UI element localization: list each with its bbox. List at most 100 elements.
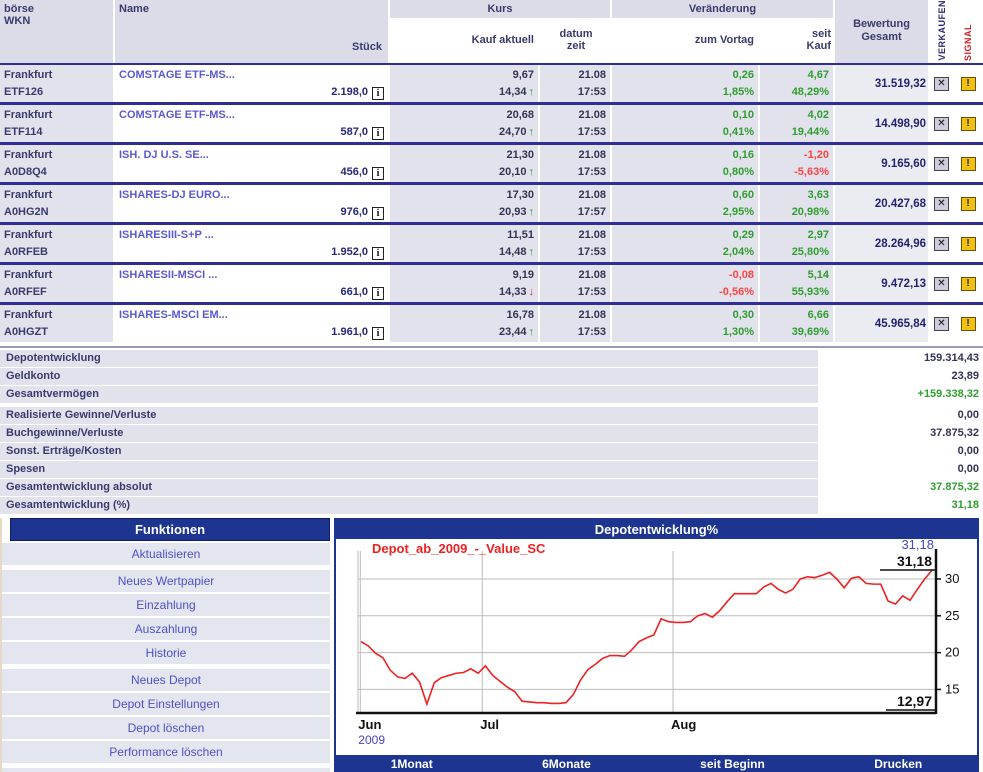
summary-value: 23,89 [951,370,979,382]
holdings-rows: Frankfurt ETF126 COMSTAGE ETF-MS... 2.19… [0,62,983,342]
kurs-zeit: 17:53 [577,286,606,298]
sidebar-item[interactable]: Aktualisieren [2,543,330,565]
exchange-wkn-cell: Frankfurt ETF114 [0,105,115,142]
info-icon[interactable]: i [372,287,384,300]
kauf-price: 9,19 [512,269,534,281]
verkaufen-checkbox-icon[interactable]: ✕ [934,316,949,331]
header-name-stueck: Name Stück [115,0,390,63]
exchange-wkn-cell: Frankfurt A0RFEF [0,265,115,302]
summary-value: 0,00 [957,445,979,457]
sidebar-item[interactable]: Einzahlung [2,594,330,616]
header-verkaufen-label: VERKAUFEN [936,0,947,61]
vortag-abs: -0,08 [728,269,754,281]
svg-text:20: 20 [945,645,959,660]
bewertung-value: 28.264,96 [874,238,926,250]
summary-row: Spesen 0,00 [0,461,983,478]
header-signal-label: SIGNAL [963,23,973,61]
verkaufen-checkbox-icon[interactable]: ✕ [934,196,949,211]
summary-label: Gesamtentwicklung (%) [0,497,818,514]
security-name-link[interactable]: ISHARESIII-S+P ... [119,227,384,244]
security-name-link[interactable]: ISHARES-DJ EURO... [119,187,384,204]
vortag-cell: 0,30 1,30% [612,305,760,342]
vortag-pct: 1,85% [722,86,754,98]
sidebar-item[interactable]: Auszahlung [2,618,330,640]
verkaufen-checkbox-icon[interactable]: ✕ [934,276,949,291]
summary-value: 0,00 [957,463,979,475]
seit-kauf-cell: 6,66 39,69% [760,305,835,342]
header-wkn-label: WKN [4,15,31,27]
verkaufen-checkbox-icon[interactable]: ✕ [934,116,949,131]
stueck-value: 1.961,0 i [119,324,384,341]
signal-cell: ! [955,105,983,142]
info-icon[interactable]: i [372,167,384,180]
header-kurs-label: Kurs [390,0,612,18]
header-kauf-aktuell-label: Kauf aktuell [471,34,534,47]
info-icon[interactable]: i [372,127,384,140]
sidebar-item[interactable]: Depot Einstellungen [2,693,330,715]
signal-warning-icon[interactable]: ! [960,76,976,91]
signal-warning-icon[interactable]: ! [960,196,976,211]
header-signal: SIGNAL [955,0,983,63]
vortag-abs: 0,26 [732,69,754,81]
signal-warning-icon[interactable]: ! [960,316,976,331]
chart-range-link[interactable]: seit Beginn [700,757,765,771]
signal-warning-icon[interactable]: ! [960,276,976,291]
chart-range-link[interactable]: 1Monat [391,757,433,771]
verkaufen-checkbox-icon[interactable]: ✕ [934,156,949,171]
holding-row: Frankfurt A0HGZT ISHARES-MSCI EM... 1.96… [0,302,983,342]
signal-warning-icon[interactable]: ! [960,116,976,131]
sidebar-item[interactable]: Depot löschen [2,717,330,739]
vortag-pct: 1,30% [722,326,754,338]
info-icon[interactable]: i [372,87,384,100]
security-name-link[interactable]: ISHARES-MSCI EM... [119,307,384,324]
svg-text:Jun: Jun [358,717,381,732]
summary-row: Gesamtentwicklung (%) 31,18 [0,497,983,514]
svg-text:Depot_ab_2009_-_Value_SC: Depot_ab_2009_-_Value_SC [372,541,546,556]
vortag-cell: 0,26 1,85% [612,65,760,102]
verkaufen-checkbox-icon[interactable]: ✕ [934,76,949,91]
info-icon[interactable]: i [372,327,384,340]
kurs-cell: 17,30 20,93 ↑ [390,185,540,222]
chart-range-link[interactable]: Drucken [874,757,922,771]
exchange: Frankfurt [4,189,53,201]
seit-kauf-cell: 3,63 20,98% [760,185,835,222]
security-name-link[interactable]: ISH. DJ U.S. SE... [119,147,384,164]
security-name-link[interactable]: COMSTAGE ETF-MS... [119,107,384,124]
kauf-price: 17,30 [506,189,534,201]
header-boerse-wkn: börse WKN [0,0,115,63]
sidebar-item[interactable]: Ausloggen [2,768,330,772]
security-name-link[interactable]: ISHARESII-MSCI ... [119,267,384,284]
info-icon[interactable]: i [372,247,384,260]
vortag-pct: 2,95% [722,206,754,218]
verkaufen-cell: ✕ [930,145,955,182]
kurs-zeit: 17:53 [577,166,606,178]
kurs-cell: 11,51 14,48 ↑ [390,225,540,262]
exchange: Frankfurt [4,149,53,161]
exchange: Frankfurt [4,229,53,241]
sidebar-item[interactable]: Historie [2,642,330,664]
summary-value: 37.875,32 [930,481,979,493]
sidebar-item[interactable]: Performance löschen [2,741,330,763]
signal-cell: ! [955,145,983,182]
seit-kauf-cell: -1,20 -5,63% [760,145,835,182]
chart-panel: Depotentwicklung% 15 20 25 30 Jun Jul Aug 2009 D… [334,518,979,772]
datum-zeit-cell: 21.08 17:53 [540,225,612,262]
sidebar-item[interactable]: Neues Wertpapier [2,570,330,592]
kauf-price: 20,68 [506,109,534,121]
signal-warning-icon[interactable]: ! [960,156,976,171]
security-name-link[interactable]: COMSTAGE ETF-MS... [119,67,384,84]
verkaufen-checkbox-icon[interactable]: ✕ [934,236,949,251]
kurs-zeit: 17:53 [577,86,606,98]
chart-footer: 1Monat 6Monate seit Beginn Drucken [336,755,977,772]
name-stueck-cell: ISHARESII-MSCI ... 661,0 i [115,265,390,302]
chart-plot: 15 20 25 30 Jun Jul Aug 2009 Depot_ab_2009_-_Val… [336,539,977,755]
vortag-cell: 0,60 2,95% [612,185,760,222]
chart-range-link[interactable]: 6Monate [542,757,591,771]
signal-warning-icon[interactable]: ! [960,236,976,251]
kurs-datum: 21.08 [578,149,606,161]
sidebar-item[interactable]: Neues Depot [2,669,330,691]
info-icon[interactable]: i [372,207,384,220]
kauf-price: 16,78 [506,309,534,321]
vortag-abs: 0,30 [732,309,754,321]
seit-kauf-cell: 5,14 55,93% [760,265,835,302]
